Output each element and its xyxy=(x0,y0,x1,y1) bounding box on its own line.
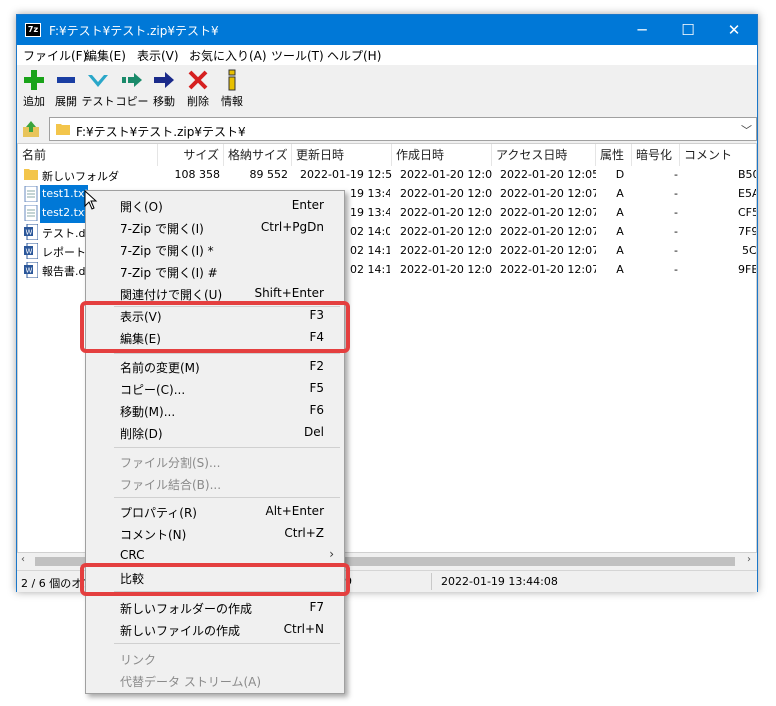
extract-button[interactable]: 展開 xyxy=(49,69,83,111)
menu-item-open-inside[interactable]: 7-Zip で開く(I) Ctrl+PgDn xyxy=(86,216,344,238)
7zip-app-icon: 7z xyxy=(25,23,41,37)
menu-item-alternate-streams: 代替データ ストリーム(A) xyxy=(120,675,262,689)
menu-edit[interactable]: 編集(E) xyxy=(85,47,126,64)
maximize-button[interactable]: ☐ xyxy=(665,15,711,45)
menu-item-new-file[interactable]: 新しいファイルの作成 Ctrl+N xyxy=(86,618,344,640)
copy-button[interactable]: コピー xyxy=(115,69,149,111)
menu-item-properties[interactable]: プロパティ(R) Alt+Enter xyxy=(86,500,344,522)
word-file-icon: W xyxy=(24,224,38,240)
menu-item-open[interactable]: 開く(O) Enter xyxy=(86,194,344,216)
chevron-down-icon[interactable]: ﹀ xyxy=(741,122,752,138)
column-header-created[interactable]: 作成日時 xyxy=(392,144,492,166)
test-icon xyxy=(88,75,108,87)
mouse-cursor-icon xyxy=(84,190,98,210)
title-bar[interactable]: 7z F:¥テスト¥テスト.zip¥テスト¥ ─ ☐ ✕ xyxy=(17,15,757,45)
copy-icon xyxy=(122,73,142,87)
add-button[interactable]: 追加 xyxy=(17,69,51,111)
delete-button[interactable]: 削除 xyxy=(181,69,215,111)
menu-item-new-folder[interactable]: 新しいフォルダーの作成 F7 xyxy=(86,596,344,618)
submenu-arrow-icon: › xyxy=(329,547,334,561)
menu-item-link: リンク xyxy=(120,653,157,667)
column-header-attributes[interactable]: 属性 xyxy=(596,144,632,166)
highlight-box-view-edit xyxy=(80,301,350,353)
column-header-packed-size[interactable]: 格納サイズ xyxy=(224,144,292,166)
scroll-right-icon[interactable]: › xyxy=(747,554,751,565)
menu-favorites[interactable]: お気に入り(A) xyxy=(189,47,267,64)
column-header-encrypted[interactable]: 暗号化 xyxy=(632,144,680,166)
menu-help[interactable]: ヘルプ(H) xyxy=(327,47,381,64)
test-button[interactable]: テスト xyxy=(81,69,115,111)
extract-icon xyxy=(57,77,75,83)
svg-text:W: W xyxy=(26,248,33,256)
folder-icon xyxy=(24,169,38,180)
menu-item-move[interactable]: 移動(M)... F6 xyxy=(86,399,344,421)
column-header-comment[interactable]: コメント xyxy=(680,144,756,166)
text-file-icon xyxy=(24,186,38,202)
column-header-modified[interactable]: 更新日時 xyxy=(292,144,392,166)
text-file-icon xyxy=(24,205,38,221)
word-file-icon: W xyxy=(24,262,38,278)
column-header-size[interactable]: サイズ xyxy=(158,144,224,166)
close-button[interactable]: ✕ xyxy=(711,15,757,45)
word-file-icon: W xyxy=(24,243,38,259)
menu-item-open-inside-hash[interactable]: 7-Zip で開く(I) # xyxy=(86,260,344,282)
file-row[interactable]: 新しいフォルダ 108 358 89 552 2022-01-19 12:56 … xyxy=(18,166,756,185)
highlight-box-compare xyxy=(80,563,350,596)
minimize-button[interactable]: ─ xyxy=(619,15,665,45)
address-bar: F:¥テスト¥テスト.zip¥テスト¥ ﹀ xyxy=(17,117,757,141)
info-button[interactable]: 情報 xyxy=(215,69,249,111)
menu-item-delete[interactable]: 削除(D) Del xyxy=(86,421,344,443)
delete-icon xyxy=(188,70,208,90)
menu-item-comment[interactable]: コメント(N) Ctrl+Z xyxy=(86,522,344,544)
context-menu: 開く(O) Enter 7-Zip で開く(I) Ctrl+PgDn 7-Zip で… xyxy=(85,190,345,694)
window-title: F:¥テスト¥テスト.zip¥テスト¥ xyxy=(49,24,219,38)
add-icon xyxy=(24,70,44,90)
scroll-left-icon[interactable]: ‹ xyxy=(21,554,25,565)
menu-item-open-inside-star[interactable]: 7-Zip で開く(I) * xyxy=(86,238,344,260)
toolbar: 追加 展開 テスト コピー 移動 削除 情報 xyxy=(17,65,757,113)
menu-item-rename[interactable]: 名前の変更(M) F2 xyxy=(86,355,344,377)
up-folder-button[interactable] xyxy=(21,119,41,139)
up-arrow-icon xyxy=(23,121,39,137)
menu-tools[interactable]: ツール(T) xyxy=(271,47,324,64)
column-header-name[interactable]: 名前 xyxy=(18,144,158,166)
menu-view[interactable]: 表示(V) xyxy=(137,47,179,64)
svg-text:W: W xyxy=(26,267,33,275)
address-input[interactable]: F:¥テスト¥テスト.zip¥テスト¥ ﹀ xyxy=(49,117,757,141)
menu-file[interactable]: ファイル(F) xyxy=(23,47,87,64)
menu-item-copy[interactable]: コピー(C)... F5 xyxy=(86,377,344,399)
column-header-accessed[interactable]: アクセス日時 xyxy=(492,144,596,166)
folder-icon xyxy=(56,124,70,135)
move-icon xyxy=(154,72,174,88)
address-path: F:¥テスト¥テスト.zip¥テスト¥ xyxy=(76,125,246,139)
info-icon xyxy=(228,69,236,91)
menu-item-split-file: ファイル分割(S)... xyxy=(120,456,221,470)
svg-text:W: W xyxy=(26,229,33,237)
move-button[interactable]: 移動 xyxy=(147,69,181,111)
menu-item-combine-files: ファイル結合(B)... xyxy=(120,478,222,492)
menu-bar: ファイル(F) 編集(E) 表示(V) お気に入り(A) ツール(T) ヘルプ(… xyxy=(17,45,757,65)
status-datetime: 2022-01-19 13:44:08 xyxy=(441,575,558,588)
